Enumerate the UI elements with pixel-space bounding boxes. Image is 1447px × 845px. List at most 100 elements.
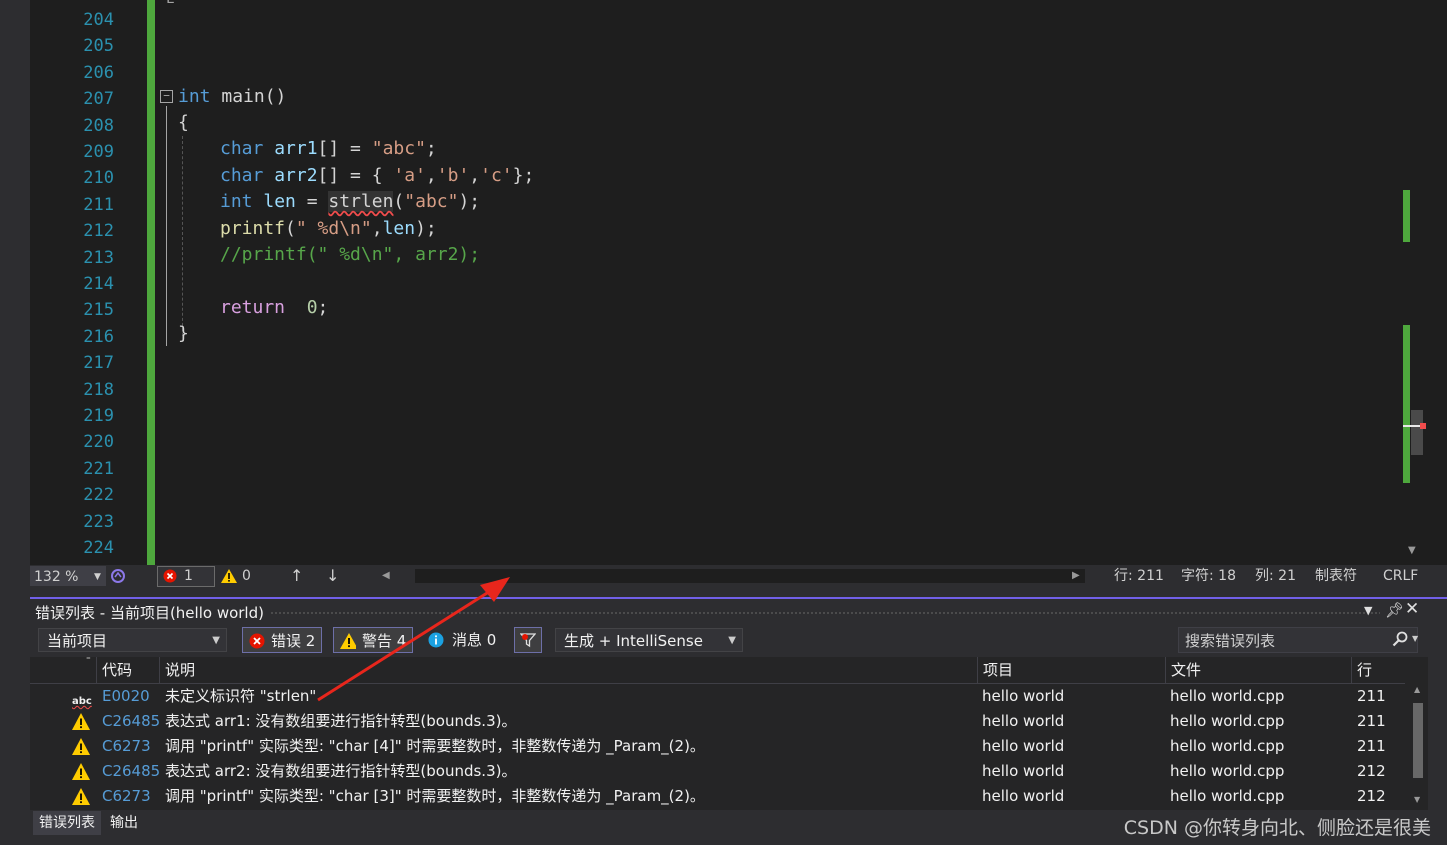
grid-scrollbar-thumb[interactable]: [1413, 703, 1423, 778]
code-line-210[interactable]: char arr2[] = { 'a','b','c'};: [220, 163, 534, 189]
function-name: printf: [220, 218, 286, 239]
errors-filter-toggle[interactable]: 错误 2: [242, 627, 322, 653]
pin-icon[interactable]: 📌︎: [1385, 601, 1404, 619]
zoom-dropdown[interactable]: 132 % ▼: [30, 566, 106, 586]
indent-guide: [182, 136, 183, 336]
chevron-down-icon: ▼: [728, 635, 736, 646]
error-list-row[interactable]: C26485 表达式 arr2: 没有数组要进行指针转型(bounds.3)。 he…: [30, 759, 1405, 784]
undefined-identifier-strlen[interactable]: strlen: [328, 191, 394, 212]
variable: arr2: [263, 165, 318, 186]
tab-error-list[interactable]: 错误列表: [31, 811, 101, 835]
error-line: 211: [1357, 712, 1386, 730]
line-number: 217: [83, 353, 114, 374]
column-header-description[interactable]: 说明: [159, 657, 977, 683]
chevron-down-icon: ▼: [94, 572, 101, 582]
scroll-down-icon[interactable]: ▼: [1414, 795, 1420, 804]
search-input[interactable]: 搜索错误列表: [1178, 627, 1418, 653]
scroll-left-icon[interactable]: ◀: [382, 565, 390, 587]
error-list-grid: ⁼ 代码 说明 项目 文件 行 abc E0020 未定义标识符 "strlen" h…: [30, 656, 1428, 810]
keyword: char: [220, 165, 264, 186]
error-file: hello world.cpp: [1170, 762, 1285, 780]
search-icon[interactable]: [1392, 631, 1408, 647]
scroll-right-icon[interactable]: ▶: [1072, 565, 1080, 587]
error-list-title-bar: 错误列表 - 当前项目(hello world) ▼ 📌︎ ✕: [30, 597, 1447, 625]
code-line-215[interactable]: return 0;: [220, 295, 328, 321]
dropdown-icon[interactable]: ▼: [1364, 604, 1372, 617]
source-value: 生成 + IntelliSense: [564, 632, 703, 650]
drag-handle[interactable]: [270, 611, 1380, 615]
code-text-area[interactable]: L − int main() { char arr1[] = "abc"; ch…: [158, 0, 1398, 565]
scroll-up-icon[interactable]: ▲: [1414, 685, 1420, 694]
close-icon[interactable]: ✕: [1405, 599, 1419, 619]
error-icon: [163, 569, 177, 583]
error-list-toolbar: 当前项目 ▼ 错误 2 警告 4 消息 0 生成 + IntelliSense …: [30, 624, 1447, 656]
code-text: ;: [317, 297, 329, 318]
indent-mode[interactable]: 制表符: [1315, 565, 1357, 587]
line-number: 218: [83, 379, 114, 400]
error-list-row[interactable]: abc E0020 未定义标识符 "strlen" hello world hello …: [30, 684, 1405, 709]
error-line: 211: [1357, 687, 1386, 705]
error-code-link[interactable]: C6273: [102, 734, 151, 759]
code-text: =: [295, 191, 329, 212]
code-editor[interactable]: 204 205 206 207 208 209 210 211 212 213 214 215 216 2…: [0, 0, 1447, 565]
scrollbar-thumb[interactable]: [1411, 410, 1423, 455]
scope-dropdown[interactable]: 当前项目 ▼: [38, 628, 227, 652]
code-line-213[interactable]: //printf(" %d\n", arr2);: [220, 242, 480, 268]
messages-filter-toggle[interactable]: 消息 0: [422, 627, 502, 653]
left-margin: [0, 0, 30, 845]
tab-output[interactable]: 输出: [104, 811, 144, 835]
line-ending[interactable]: CRLF: [1383, 565, 1418, 587]
error-code-link[interactable]: C26485: [102, 759, 160, 784]
warning-icon: [72, 713, 90, 730]
error-code-link[interactable]: C6273: [102, 784, 151, 809]
line-number: 204: [83, 10, 114, 30]
scroll-down-icon[interactable]: ▼: [1408, 545, 1416, 556]
error-code-link[interactable]: E0020: [102, 684, 150, 709]
error-list-row[interactable]: C26485 表达式 arr1: 没有数组要进行指针转型(bounds.3)。 he…: [30, 709, 1405, 734]
code-line-209[interactable]: char arr1[] = "abc";: [220, 136, 437, 162]
error-list-row[interactable]: C6273 调用 "printf" 实际类型: "char [3]" 时需要整数时…: [30, 784, 1405, 809]
bottom-tab-strip: 错误列表 输出 CSDN @你转身向北、侧脸还是很美: [30, 811, 1447, 845]
column-header-code[interactable]: 代码: [96, 657, 158, 683]
sort-icon[interactable]: ⁼: [86, 656, 91, 666]
warnings-filter-toggle[interactable]: 警告 4: [333, 627, 413, 653]
collapse-icon[interactable]: −: [160, 90, 173, 103]
keyword: int: [178, 86, 211, 107]
code-line-208[interactable]: {: [178, 110, 189, 136]
column-header-file[interactable]: 文件: [1165, 657, 1351, 683]
line-number: 206: [83, 62, 114, 83]
scrollbar-change-marker: [1403, 190, 1410, 242]
column-header-project[interactable]: 项目: [977, 657, 1165, 683]
arrow-down-icon[interactable]: ↓: [326, 565, 339, 587]
line-number: 205: [83, 36, 114, 57]
code-line-216[interactable]: }: [178, 321, 189, 347]
code-line-207[interactable]: int main(): [178, 84, 286, 110]
search-options-icon[interactable]: ▼: [1412, 634, 1418, 643]
error-file: hello world.cpp: [1170, 787, 1285, 805]
code-line-212[interactable]: printf(" %d\n",len);: [220, 216, 437, 242]
arrow-up-icon[interactable]: ↑: [290, 565, 303, 587]
filter-button[interactable]: [514, 627, 542, 653]
error-project: hello world: [982, 762, 1065, 780]
error-count-button[interactable]: 1: [157, 566, 215, 587]
code-text: };: [512, 165, 535, 186]
warning-icon[interactable]: [221, 569, 237, 583]
char-literal: 'b': [436, 165, 470, 186]
grid-vertical-scrollbar[interactable]: ▲ ▼: [1410, 683, 1428, 810]
errors-filter-label: 错误 2: [271, 632, 316, 650]
error-project: hello world: [982, 712, 1065, 730]
column-header-line[interactable]: 行: [1351, 657, 1405, 683]
cursor-column: 列: 21: [1255, 568, 1296, 584]
line-number: 216: [83, 326, 114, 347]
error-project: hello world: [982, 687, 1065, 705]
warning-icon: [72, 738, 90, 755]
source-dropdown[interactable]: 生成 + IntelliSense ▼: [555, 628, 743, 652]
error-code-link[interactable]: C26485: [102, 709, 160, 734]
code-text: (: [285, 218, 296, 239]
variable: len: [382, 218, 416, 239]
editor-horizontal-scrollbar[interactable]: [415, 569, 1085, 583]
error-list-row[interactable]: C6273 调用 "printf" 实际类型: "char [4]" 时需要整数时…: [30, 734, 1405, 759]
code-line-211[interactable]: int len = strlen("abc");: [220, 189, 480, 215]
health-icon[interactable]: [110, 568, 126, 584]
variable: len: [252, 191, 296, 212]
